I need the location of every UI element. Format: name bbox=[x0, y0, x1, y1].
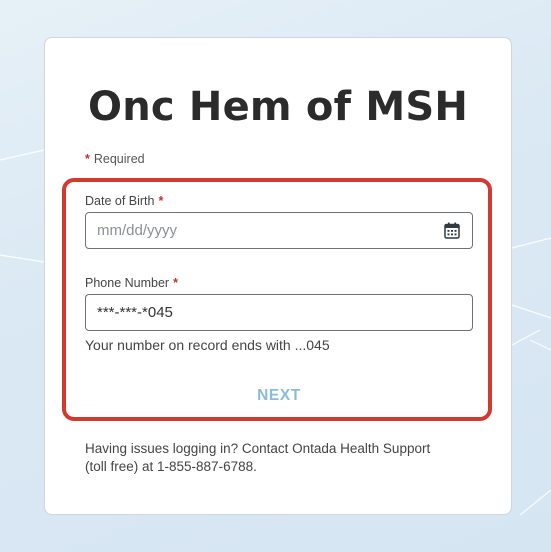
page-title: Onc Hem of MSH bbox=[87, 84, 469, 130]
phone-required-asterisk: * bbox=[173, 276, 178, 290]
dob-label: Date of Birth * bbox=[85, 194, 163, 208]
login-card: Onc Hem of MSH * Required Date of Birth * bbox=[44, 37, 512, 515]
dob-input[interactable] bbox=[86, 213, 472, 248]
required-note-text: Required bbox=[93, 152, 145, 166]
phone-hint: Your number on record ends with ...045 bbox=[85, 337, 330, 353]
support-line-2: (toll free) at 1-855-887-6788. bbox=[85, 459, 257, 474]
next-button[interactable]: NEXT bbox=[229, 381, 329, 411]
phone-field-wrapper bbox=[85, 294, 473, 331]
calendar-icon[interactable] bbox=[444, 222, 460, 239]
dob-required-asterisk: * bbox=[158, 194, 164, 208]
phone-label-text: Phone Number bbox=[85, 276, 170, 290]
dob-field-wrapper bbox=[85, 212, 473, 249]
required-note: * Required bbox=[85, 152, 145, 166]
phone-input[interactable] bbox=[86, 295, 472, 330]
support-line-1: Having issues logging in? Contact Ontada… bbox=[85, 441, 431, 456]
required-asterisk: * bbox=[85, 152, 90, 166]
support-text: Having issues logging in? Contact Ontada… bbox=[85, 440, 485, 476]
dob-label-text: Date of Birth bbox=[85, 194, 155, 208]
phone-label: Phone Number * bbox=[85, 276, 178, 290]
